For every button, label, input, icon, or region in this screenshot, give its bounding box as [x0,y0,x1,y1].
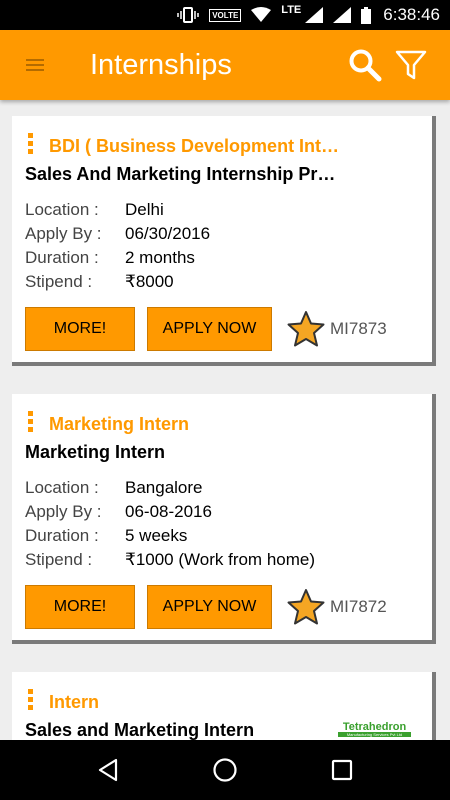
role-title: Marketing Intern [25,442,166,462]
menu-icon [26,59,44,71]
internship-card[interactable]: Intern Sales and Marketing Intern Tetrah… [12,672,436,740]
lte-label: LTE [281,4,302,16]
app-bar: Internships [0,30,450,100]
back-button[interactable] [88,750,128,790]
search-icon [349,49,382,82]
role-title: Sales And Marketing Internship Pr… [25,164,336,184]
duration-label: Duration : [25,526,99,545]
stipend-label: Stipend : [25,550,93,569]
volte-badge: VOLTE [209,8,242,22]
page-title: Internships [90,48,232,81]
apply-now-button[interactable]: APPLY NOW [147,307,272,351]
location-label: Location : [25,200,99,219]
details: Location : Bangalore Apply By : 06-08-2016… [25,476,432,572]
svg-text:Manufacturing Services Pvt Ltd: Manufacturing Services Pvt Ltd [347,732,402,737]
status-bar: VOLTE LTE 6:38:46 [0,0,450,30]
apply-by-label: Apply By : [25,502,102,521]
location-value: Delhi [125,200,164,219]
details: Location : Delhi Apply By : 06/30/2016 Dur… [25,198,432,294]
vibrate-icon [177,7,199,23]
signal-icon [305,7,324,23]
more-button[interactable]: MORE! [25,307,135,351]
apply-now-button[interactable]: APPLY NOW [147,585,272,629]
stipend-label: Stipend : [25,272,93,291]
home-button[interactable] [205,750,245,790]
company-logo: Tetrahedron Manufacturing Services Pvt L… [338,721,411,737]
internship-list[interactable]: BDI ( Business Development Int… Sales An… [0,100,450,740]
stipend-value: ₹1000 (Work from home) [125,550,316,569]
filter-icon [395,50,427,80]
svg-text:Tetrahedron: Tetrahedron [343,721,407,733]
back-icon [99,758,118,782]
wifi-icon [251,7,272,23]
star-icon[interactable] [286,309,326,349]
company-name: BDI ( Business Development Int… [49,135,339,156]
company-name: Marketing Intern [49,413,190,434]
signal-icon-2 [333,7,352,23]
filter-button[interactable] [388,30,434,100]
options-icon[interactable] [25,409,35,433]
recents-icon [331,759,352,781]
company-name: Intern [49,691,100,712]
duration-value: 5 weeks [125,526,188,545]
internship-card[interactable]: BDI ( Business Development Int… Sales An… [12,116,436,366]
navigation-bar [0,740,450,800]
apply-by-value: 06/30/2016 [125,224,211,243]
internship-card[interactable]: Marketing Intern Marketing Intern Locati… [12,394,436,644]
more-button[interactable]: MORE! [25,585,135,629]
battery-icon [361,6,372,24]
search-button[interactable] [342,30,388,100]
location-value: Bangalore [125,478,203,497]
home-icon [213,758,237,782]
apply-by-label: Apply By : [25,224,102,243]
recents-button[interactable] [322,750,362,790]
menu-button[interactable] [0,30,70,100]
apply-by-value: 06-08-2016 [125,502,212,521]
internship-code: MI7872 [330,597,387,616]
options-icon[interactable] [25,131,35,155]
duration-value: 2 months [125,248,195,267]
location-label: Location : [25,478,99,497]
internship-code: MI7873 [330,319,387,338]
star-icon[interactable] [286,587,326,627]
clock: 6:38:46 [383,5,440,24]
stipend-value: ₹8000 [125,272,174,291]
duration-label: Duration : [25,248,99,267]
options-icon[interactable] [25,687,35,711]
